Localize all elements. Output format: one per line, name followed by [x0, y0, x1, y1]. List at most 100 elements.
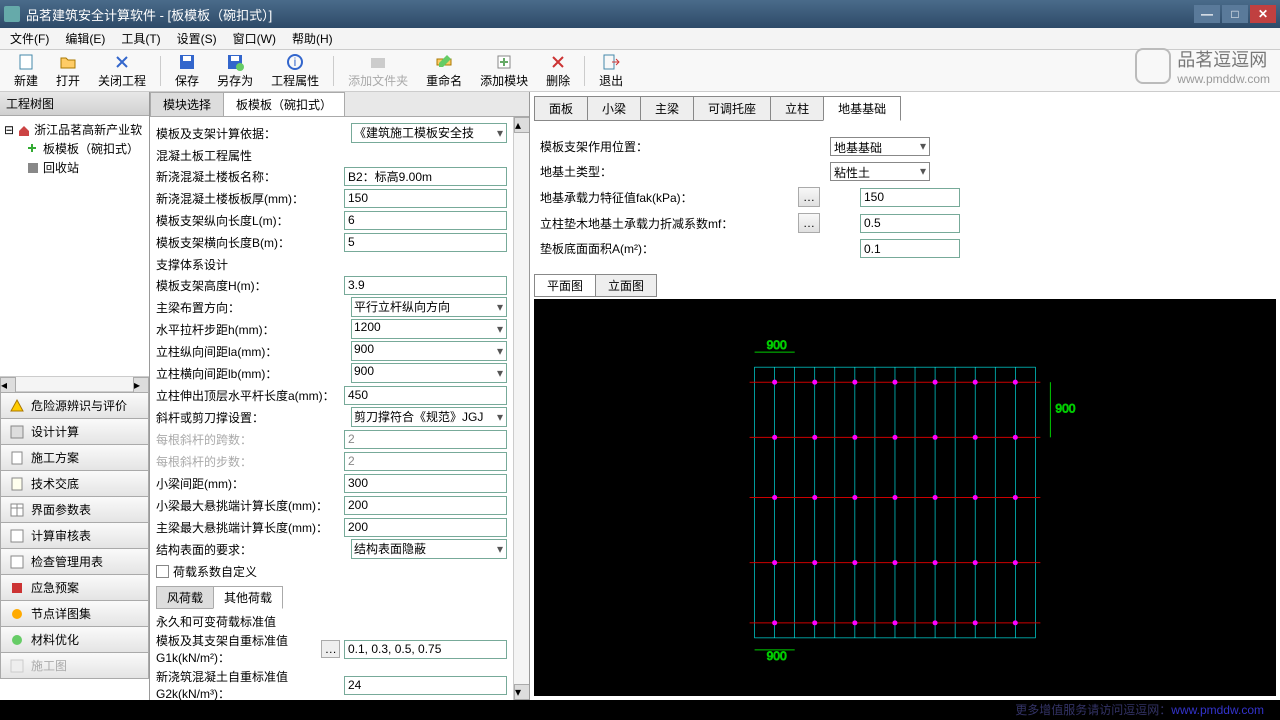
menu-window[interactable]: 窗口(W)	[227, 28, 282, 49]
footer-link[interactable]: 更多增值服务请访问逗逗网：www.pmddw.com	[1015, 701, 1264, 718]
svg-text:900: 900	[767, 649, 787, 663]
xl-input[interactable]	[344, 474, 507, 493]
tb-new[interactable]: 新建	[6, 51, 46, 91]
close-button[interactable]: ✕	[1250, 5, 1276, 23]
g1-input[interactable]	[344, 640, 507, 659]
detail-icon	[9, 606, 25, 622]
lenL-input[interactable]	[344, 211, 507, 230]
g2-input[interactable]	[344, 676, 507, 695]
form-scroll[interactable]: 模板及支架计算依据：《建筑施工模板安全技 混凝土板工程属性 新浇混凝土楼板名称：…	[150, 117, 513, 700]
rtab-foundation[interactable]: 地基基础	[823, 96, 901, 121]
menu-settings[interactable]: 设置(S)	[171, 28, 223, 49]
app-icon	[4, 6, 20, 22]
nav-drawing: 施工图	[0, 653, 149, 679]
rtab-xl[interactable]: 小梁	[587, 96, 641, 121]
tree-item-template[interactable]: 板模板（碗扣式）	[4, 139, 145, 158]
right-panel: 面板 小梁 主梁 可调托座 立柱 地基基础 模板支架作用位置：地基基础 地基土类…	[530, 92, 1280, 700]
rf-fak-input[interactable]	[860, 188, 960, 207]
nav-audit[interactable]: 计算审核表	[0, 523, 149, 549]
dir-select[interactable]: 平行立杆纵向方向	[351, 297, 507, 317]
section-support: 支撑体系设计	[156, 256, 507, 273]
rtab-zl[interactable]: 主梁	[640, 96, 694, 121]
surf-select[interactable]: 结构表面隐蔽	[351, 539, 507, 559]
delete-icon	[549, 53, 567, 71]
d2-input	[344, 452, 507, 471]
menu-tool[interactable]: 工具(T)	[115, 28, 166, 49]
lb-select[interactable]: 900	[351, 363, 507, 383]
rf-mf-btn[interactable]: …	[798, 213, 820, 233]
svg-text:900: 900	[1055, 401, 1075, 415]
nav-emergency[interactable]: 应急预案	[0, 575, 149, 601]
nav-tech[interactable]: 技术交底	[0, 471, 149, 497]
tree-root[interactable]: ⊟浙江品茗高新产业软	[4, 120, 145, 139]
tb-props[interactable]: i工程属性	[263, 51, 327, 91]
maximize-button[interactable]: □	[1222, 5, 1248, 23]
vtab-plan[interactable]: 平面图	[534, 274, 596, 297]
rtab-panel[interactable]: 面板	[534, 96, 588, 121]
rf-area-input[interactable]	[860, 239, 960, 258]
height-input[interactable]	[344, 276, 507, 295]
load-custom-checkbox[interactable]	[156, 565, 169, 578]
menu-file[interactable]: 文件(F)	[4, 28, 55, 49]
tb-rename[interactable]: 重命名	[418, 51, 470, 91]
doc-icon	[9, 450, 25, 466]
mid-vscroll[interactable]: ▴▾	[513, 117, 529, 700]
nav-detail[interactable]: 节点详图集	[0, 601, 149, 627]
xlmax-input[interactable]	[344, 496, 507, 515]
nav-material[interactable]: 材料优化	[0, 627, 149, 653]
right-form: 模板支架作用位置：地基基础 地基土类型：粘性土 地基承载力特征值fak(kPa)…	[530, 121, 1280, 268]
step-select[interactable]: 1200	[351, 319, 507, 339]
ext-input[interactable]	[344, 386, 507, 405]
tree-hscroll[interactable]: ◂▸	[0, 376, 149, 392]
menubar: 文件(F) 编辑(E) 工具(T) 设置(S) 窗口(W) 帮助(H)	[0, 28, 1280, 50]
tree-item-recycle[interactable]: 回收站	[4, 158, 145, 177]
tb-addmod[interactable]: 添加模块	[472, 51, 536, 91]
g1-btn[interactable]: …	[321, 640, 340, 658]
minimize-button[interactable]: —	[1194, 5, 1220, 23]
tb-save[interactable]: 保存	[167, 51, 207, 91]
rtab-adj[interactable]: 可调托座	[693, 96, 771, 121]
load-tab-other[interactable]: 其他荷载	[213, 586, 283, 609]
menu-edit[interactable]: 编辑(E)	[59, 28, 111, 49]
la-select[interactable]: 900	[351, 341, 507, 361]
save-icon	[178, 53, 196, 71]
rf-soil-select[interactable]: 粘性土	[830, 162, 930, 181]
nav-plan[interactable]: 施工方案	[0, 445, 149, 471]
rtab-col[interactable]: 立柱	[770, 96, 824, 121]
close-icon	[113, 53, 131, 71]
rf-fak-btn[interactable]: …	[798, 187, 820, 207]
nav-design[interactable]: 设计计算	[0, 419, 149, 445]
list-icon	[9, 554, 25, 570]
svg-text:900: 900	[767, 338, 787, 352]
vtab-elev[interactable]: 立面图	[595, 274, 657, 297]
project-tree[interactable]: ⊟浙江品茗高新产业软 板模板（碗扣式） 回收站	[0, 116, 149, 376]
tb-open[interactable]: 打开	[48, 51, 88, 91]
nav-params[interactable]: 界面参数表	[0, 497, 149, 523]
lenB-input[interactable]	[344, 233, 507, 252]
tb-close[interactable]: 关闭工程	[90, 51, 154, 91]
rf-position-select[interactable]: 地基基础	[830, 137, 930, 156]
info-icon: i	[286, 53, 304, 71]
load-tab-wind[interactable]: 风荷载	[156, 586, 214, 609]
tb-saveas[interactable]: 另存为	[209, 51, 261, 91]
slab-thk-input[interactable]	[344, 189, 507, 208]
saveas-icon	[226, 53, 244, 71]
section-perm: 永久和可变荷载标准值	[156, 613, 507, 630]
file-icon	[17, 53, 35, 71]
brace-select[interactable]: 剪刀撑符合《规范》JGJ	[351, 407, 507, 427]
nav-hazard[interactable]: 危险源辨识与评价	[0, 392, 149, 419]
rf-mf-input[interactable]	[860, 214, 960, 233]
folder-icon	[369, 53, 387, 71]
tb-exit[interactable]: 退出	[591, 51, 631, 91]
nav-inspect[interactable]: 检查管理用表	[0, 549, 149, 575]
menu-help[interactable]: 帮助(H)	[286, 28, 339, 49]
mid-tab-template[interactable]: 板模板（碗扣式）	[223, 92, 345, 116]
check-icon	[9, 528, 25, 544]
basis-select[interactable]: 《建筑施工模板安全技	[351, 123, 507, 143]
tb-delete[interactable]: 删除	[538, 51, 578, 91]
slab-name-input[interactable]	[344, 167, 507, 186]
mid-tab-select[interactable]: 模块选择	[150, 92, 224, 116]
zlmax-input[interactable]	[344, 518, 507, 537]
cad-canvas[interactable]: 900 900 900	[534, 299, 1276, 696]
tb-addfolder: 添加文件夹	[340, 51, 416, 91]
